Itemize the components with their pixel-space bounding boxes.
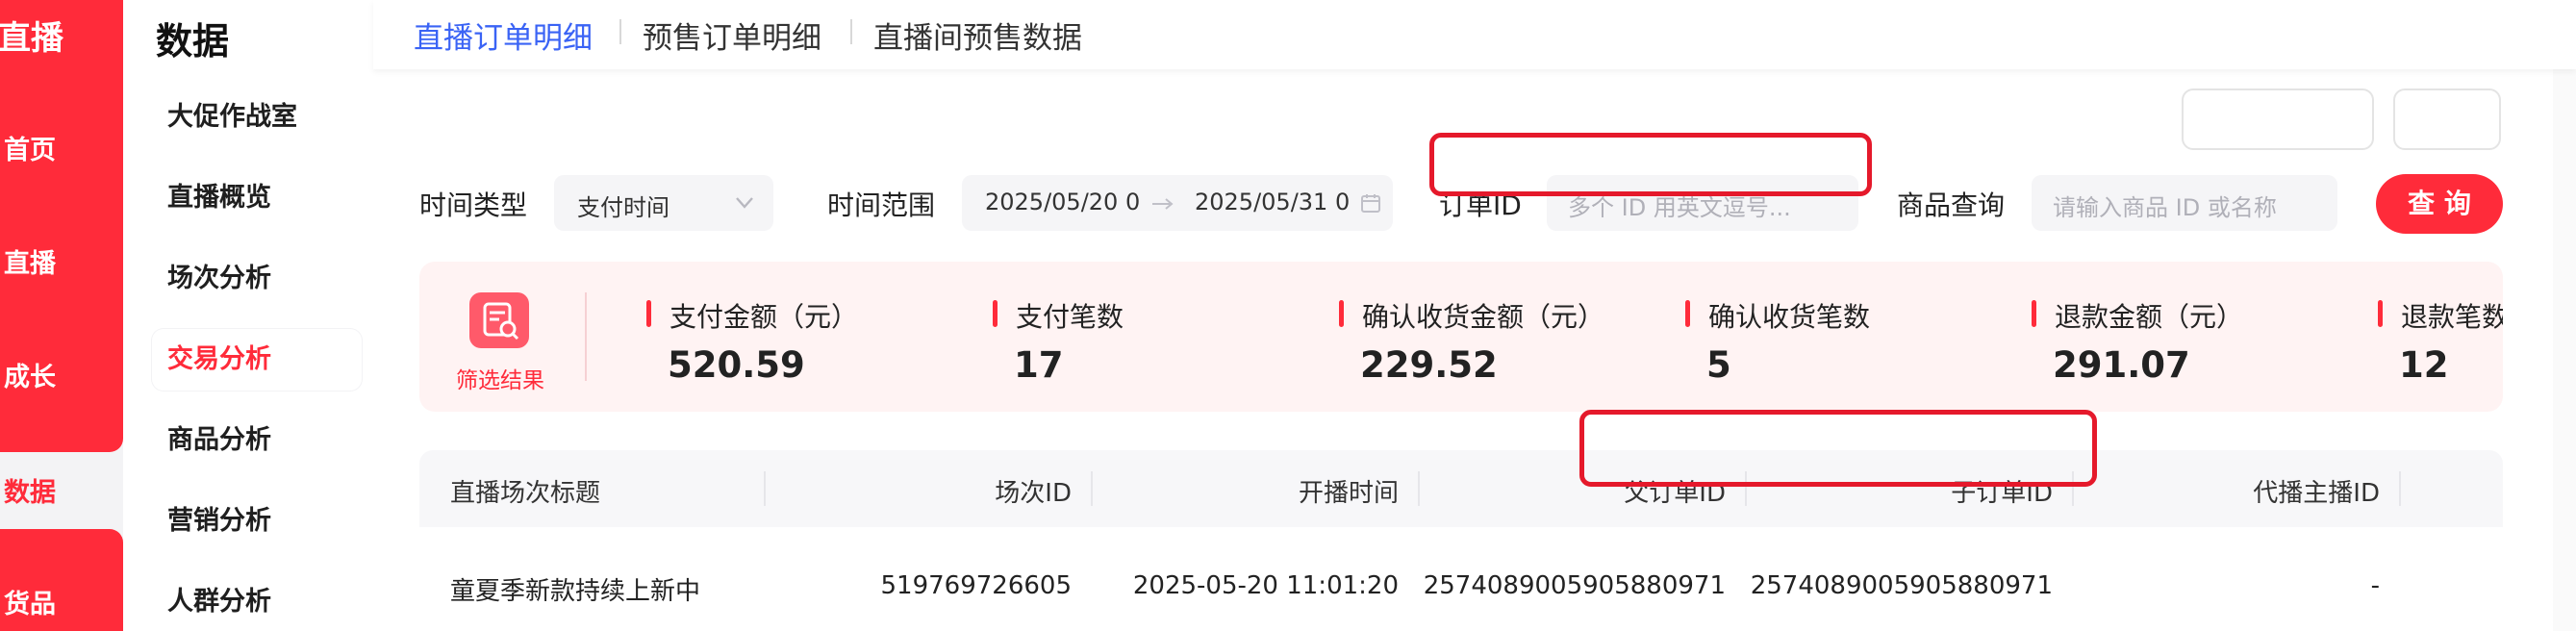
tab-live-presale-data[interactable]: 直播间预售数据 bbox=[873, 13, 1082, 57]
metric-label: 退款金额（元） bbox=[2055, 301, 2244, 333]
table-header: 直播场次标题 场次ID 开播时间 父订单ID 子订单ID 代播主播ID bbox=[419, 450, 2503, 527]
subnav-item-promotion-war-room[interactable]: 大促作战室 bbox=[152, 87, 362, 148]
summary-divider bbox=[585, 292, 587, 381]
metric-bar bbox=[1339, 300, 1344, 327]
column-header-session-title: 直播场次标题 bbox=[450, 479, 601, 508]
annotation-order-columns-highlight bbox=[1579, 410, 2097, 487]
metric-value: 5 bbox=[1706, 344, 1731, 386]
time-type-select[interactable]: 支付时间 bbox=[554, 175, 773, 231]
rail-item-growth[interactable]: 成长 bbox=[4, 356, 56, 393]
table-row[interactable]: 童夏季新款持续上新中 519769726605 2025-05-20 11:01… bbox=[419, 527, 2503, 631]
rail-item-goods[interactable]: 货品 bbox=[4, 583, 56, 620]
column-divider bbox=[2399, 471, 2401, 506]
metric-value: 17 bbox=[1014, 344, 1064, 386]
filter-result-label: 筛选结果 bbox=[456, 368, 544, 393]
range-start: 2025/05/20 0 bbox=[985, 189, 1141, 215]
cell-session-title: 童夏季新款持续上新中 bbox=[450, 577, 701, 606]
cell-sub-order-id: 2574089005905880971 bbox=[1750, 571, 2053, 600]
metric-bar bbox=[993, 300, 998, 327]
subnav-item-product-analysis[interactable]: 商品分析 bbox=[152, 410, 362, 471]
download-button[interactable] bbox=[2393, 88, 2501, 150]
cell-proxy-anchor-id: - bbox=[2370, 571, 2380, 600]
range-end: 2025/05/31 0 bbox=[1195, 189, 1351, 215]
cell-parent-order-id: 2574089005905880971 bbox=[1423, 571, 1726, 600]
product-query-input[interactable]: 请输入商品 ID 或名称 bbox=[2032, 175, 2337, 231]
tab-divider bbox=[850, 19, 852, 44]
column-header-start-time: 开播时间 bbox=[1298, 479, 1399, 508]
column-header-session-id: 场次ID bbox=[995, 479, 1072, 508]
time-range-label: 时间范围 bbox=[827, 189, 936, 221]
metric-bar bbox=[646, 300, 651, 327]
tab-live-order-detail[interactable]: 直播订单明细 bbox=[414, 13, 593, 57]
subnav-item-session-analysis[interactable]: 场次分析 bbox=[152, 248, 362, 310]
metric-label: 确认收货笔数 bbox=[1708, 301, 1871, 333]
cell-session-id: 519769726605 bbox=[880, 571, 1072, 600]
metric-label: 退款笔数 bbox=[2401, 301, 2503, 333]
tab-presale-order-detail[interactable]: 预售订单明细 bbox=[643, 13, 821, 57]
rail-item-live[interactable]: 直播 bbox=[4, 242, 56, 280]
arrow-right-icon bbox=[1152, 198, 1174, 210]
metric-settings-button[interactable] bbox=[2182, 88, 2374, 150]
order-detail-card: 时间类型 支付时间 时间范围 2025/05/20 0 2025/05/31 0… bbox=[373, 38, 2576, 631]
time-type-label: 时间类型 bbox=[419, 189, 528, 221]
subnav-item-audience-analysis[interactable]: 人群分析 bbox=[152, 571, 362, 631]
chevron-down-icon bbox=[736, 197, 753, 209]
subnav-item-live-overview[interactable]: 直播概览 bbox=[152, 167, 362, 229]
data-subnav: 数据 大促作战室 直播概览 场次分析 交易分析 商品分析 营销分析 人群分析 bbox=[123, 0, 373, 631]
product-query-label: 商品查询 bbox=[1897, 189, 2006, 221]
subnav-title: 数据 bbox=[156, 20, 230, 63]
metric-value: 12 bbox=[2399, 344, 2449, 386]
product-query-placeholder: 请输入商品 ID 或名称 bbox=[2053, 194, 2277, 221]
filter-result-summary: 筛选结果 支付金额（元） 520.59 支付笔数 17 确认收货金额（元） 22… bbox=[419, 262, 2503, 412]
annotation-order-id-highlight bbox=[1429, 133, 1872, 196]
subnav-item-marketing-analysis[interactable]: 营销分析 bbox=[152, 491, 362, 552]
metric-label: 确认收货金额（元） bbox=[1362, 301, 1605, 333]
metric-label: 支付金额（元） bbox=[669, 301, 859, 333]
metric-value: 229.52 bbox=[1360, 344, 1498, 386]
column-header-proxy-anchor-id: 代播主播ID bbox=[2253, 479, 2380, 508]
query-button[interactable]: 查 询 bbox=[2376, 174, 2503, 234]
date-range-picker[interactable]: 2025/05/20 0 2025/05/31 0 bbox=[962, 175, 1393, 231]
tab-bar: 直播订单明细 预售订单明细 直播间预售数据 bbox=[373, 0, 2576, 69]
time-type-value: 支付时间 bbox=[577, 194, 669, 221]
main-content: 时间类型 支付时间 时间范围 2025/05/20 0 2025/05/31 0… bbox=[373, 0, 2576, 631]
rail-item-home[interactable]: 首页 bbox=[4, 129, 56, 166]
metric-bar bbox=[2032, 300, 2036, 327]
scrollbar[interactable] bbox=[2553, 0, 2576, 631]
filter-result-icon bbox=[469, 292, 529, 348]
calendar-icon bbox=[1361, 194, 1380, 213]
metric-label: 支付笔数 bbox=[1016, 301, 1124, 333]
metric-value: 291.07 bbox=[2053, 344, 2190, 386]
metric-value: 520.59 bbox=[668, 344, 805, 386]
tab-divider bbox=[619, 19, 621, 44]
rail-item-data[interactable]: 数据 bbox=[4, 471, 56, 509]
brand-title: 宝直播 bbox=[0, 19, 63, 58]
subnav-item-trade-analysis[interactable]: 交易分析 bbox=[152, 329, 362, 391]
side-rail-lower: 货品 bbox=[0, 529, 123, 631]
metric-bar bbox=[2378, 300, 2383, 327]
metric-bar bbox=[1685, 300, 1690, 327]
side-rail: 宝直播 首页 直播 成长 bbox=[0, 0, 123, 452]
cell-start-time: 2025-05-20 11:01:20 bbox=[1132, 571, 1399, 600]
